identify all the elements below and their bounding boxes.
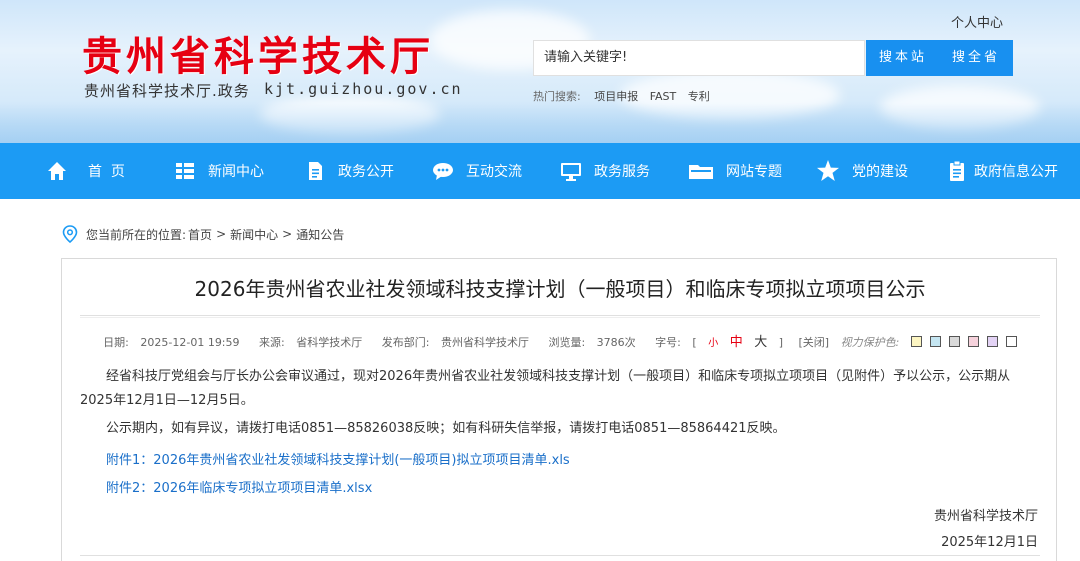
- nav-item-label: 政府信息公开: [974, 164, 1058, 180]
- location-pin-icon: [62, 225, 78, 244]
- home-icon: [46, 160, 68, 182]
- meta-value: 2025-12-01 19:59: [140, 336, 240, 349]
- font-small-button[interactable]: 小: [708, 338, 718, 349]
- divider: [80, 555, 1040, 556]
- meta-label: 日期:: [103, 336, 129, 349]
- nav-item-home[interactable]: 首 页: [46, 143, 125, 199]
- meta-value: 3786次: [596, 336, 636, 349]
- hot-search-item[interactable]: 项目申报: [594, 90, 638, 103]
- article-meta: 日期: 2025-12-01 19:59 来源: 省科学技术厅 发布部门: 贵州…: [62, 331, 1058, 350]
- nav-item-interaction[interactable]: 互动交流: [432, 143, 522, 199]
- meta-label: 来源:: [259, 336, 285, 349]
- bracket: ]: [778, 336, 784, 349]
- meta-label: 字号:: [655, 336, 681, 349]
- meta-views: 浏览量: 3786次: [544, 336, 639, 349]
- close-button[interactable]: [关闭]: [799, 336, 830, 349]
- star-icon: [816, 159, 840, 183]
- paragraph: 公示期内，如有异议，请拨打电话0851—85826038反映；如有科研失信举报，…: [106, 421, 786, 436]
- swatch-white[interactable]: [1005, 336, 1017, 347]
- nav-item-gov-affairs[interactable]: 政务公开: [304, 143, 394, 199]
- breadcrumb-separator: >: [216, 227, 227, 241]
- nav-item-label: 政务服务: [594, 164, 650, 180]
- site-header: 贵州省科学技术厅 贵州省科学技术厅.政务 kjt.guizhou.gov.cn …: [0, 0, 1080, 143]
- personal-center-link[interactable]: 个人中心: [951, 12, 1003, 31]
- nav-item-services[interactable]: 政务服务: [560, 143, 650, 199]
- header-skyline: [0, 103, 1080, 143]
- nav-item-gov-info[interactable]: 政府信息公开: [946, 143, 1058, 199]
- sign-date: 2025年12月1日: [941, 535, 1038, 550]
- search-site-button[interactable]: 搜本站: [866, 40, 940, 76]
- site-title[interactable]: 贵州省科学技术厅: [82, 24, 434, 82]
- breadcrumb-current[interactable]: 通知公告: [296, 226, 344, 243]
- folder-icon: [688, 160, 714, 182]
- clipboard-icon: [946, 160, 968, 182]
- font-medium-button[interactable]: 中: [730, 335, 743, 350]
- meta-source: 来源: 省科学技术厅: [255, 336, 366, 349]
- paragraph: 经省科技厅党组会与厅长办公会审议通过，现对2026年贵州省农业社发领域科技支撑计…: [80, 369, 1011, 408]
- meta-label: 浏览量:: [548, 336, 586, 349]
- bracket: [: [692, 336, 697, 349]
- swatch-gray[interactable]: [948, 336, 960, 347]
- nav-item-label: 党的建设: [852, 164, 908, 180]
- eye-protect-label: 视力保护色:: [840, 336, 900, 349]
- swatch-yellow[interactable]: [910, 336, 922, 347]
- nav-item-label: 网站专题: [726, 164, 782, 180]
- hot-search-label: 热门搜索:: [533, 90, 581, 103]
- breadcrumb-prefix: 您当前所在的位置:: [86, 227, 187, 242]
- nav-item-topics[interactable]: 网站专题: [688, 143, 782, 199]
- search-input[interactable]: 请输入关键字!: [533, 40, 865, 76]
- article-title: 2026年贵州省农业社发领域科技支撑计划（一般项目）和临床专项拟立项项目公示: [194, 277, 926, 301]
- meta-dept: 发布部门: 贵州省科学技术厅: [378, 336, 533, 349]
- swatch-purple[interactable]: [986, 336, 998, 347]
- article-panel: 2026年贵州省农业社发领域科技支撑计划（一般项目）和临床专项拟立项项目公示 日…: [61, 258, 1057, 561]
- meta-date: 日期: 2025-12-01 19:59: [99, 336, 243, 349]
- font-large-button[interactable]: 大: [754, 335, 767, 350]
- grid-list-icon: [174, 160, 196, 182]
- breadcrumb: 您当前所在的位置: 首页 > 新闻中心 > 通知公告: [62, 225, 344, 244]
- main-nav: 首 页 新闻中心 政务公开 互动交流 政务服务 网站专题 党的建设 政府信息公开: [0, 143, 1080, 199]
- hot-search: 热门搜索: 项目申报 FAST 专利: [533, 88, 718, 104]
- breadcrumb-separator: >: [282, 227, 293, 241]
- attachment-link[interactable]: 附件1：2026年贵州省农业社发领域科技支撑计划(一般项目)拟立项项目清单.xl…: [106, 449, 570, 468]
- font-size-control: 字号: [ 小 中 大 ]: [651, 335, 790, 350]
- search-province-button[interactable]: 搜全省: [939, 40, 1013, 76]
- hot-search-item[interactable]: 专利: [688, 90, 710, 103]
- nav-item-party[interactable]: 党的建设: [816, 143, 908, 199]
- color-swatches: [907, 336, 1021, 349]
- chat-bubble-icon: [432, 160, 454, 182]
- meta-value: 省科学技术厅: [296, 336, 363, 349]
- breadcrumb-home[interactable]: 首页: [188, 226, 212, 243]
- signature: 贵州省科学技术厅: [933, 509, 1038, 524]
- site-subtitle: 贵州省科学技术厅.政务: [84, 82, 250, 100]
- document-icon: [304, 160, 326, 182]
- nav-item-label: 首 页: [88, 164, 125, 180]
- nav-item-news[interactable]: 新闻中心: [174, 143, 264, 199]
- nav-item-label: 新闻中心: [208, 164, 264, 180]
- hot-search-item[interactable]: FAST: [650, 90, 677, 103]
- breadcrumb-section[interactable]: 新闻中心: [230, 226, 278, 243]
- divider: [80, 317, 1040, 318]
- swatch-blue[interactable]: [929, 336, 941, 347]
- site-domain: kjt.guizhou.gov.cn: [264, 80, 463, 98]
- meta-value: 贵州省科学技术厅: [440, 336, 529, 349]
- nav-item-label: 互动交流: [466, 164, 522, 180]
- monitor-icon: [560, 160, 582, 182]
- swatch-pink[interactable]: [967, 336, 979, 347]
- divider: [80, 315, 1040, 316]
- nav-item-label: 政务公开: [338, 164, 394, 180]
- meta-label: 发布部门:: [381, 336, 430, 349]
- attachment-link[interactable]: 附件2：2026年临床专项拟立项项目清单.xlsx: [106, 477, 372, 496]
